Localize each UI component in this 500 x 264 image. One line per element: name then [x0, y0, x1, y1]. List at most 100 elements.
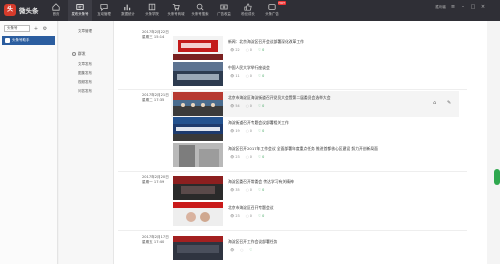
article-title[interactable]: 海淀区召开2017年工作会议 全面部署年度重点任务 推进首都核心区建设 努力开创… — [228, 146, 378, 152]
views-count: 👁 11 — [230, 74, 240, 78]
scrollbar[interactable] — [487, 21, 500, 264]
sidebar-subitem[interactable]: 图集发布 — [78, 71, 92, 76]
app-logo[interactable]: 头 微头条 — [4, 4, 39, 16]
time-text: 星期一 17:59 — [142, 180, 165, 184]
article-stats: 👁 35 ◌ 0 ♡ 0 — [230, 188, 264, 192]
likes-count: ♡ 0 — [257, 188, 265, 192]
nav-label: 头条号商城 — [167, 12, 185, 16]
home-icon — [52, 3, 60, 11]
comments-count: ◌ 0 — [245, 48, 252, 52]
article-thumbnail — [173, 143, 223, 167]
nav-label: 头条广告 — [265, 12, 279, 16]
likes-count: ♡ — [249, 248, 253, 252]
edit-icon[interactable]: ✎ — [447, 100, 451, 106]
comments-count: ◌ 0 — [245, 188, 252, 192]
views-count: 👁 23 — [230, 155, 240, 159]
nav-label: 发布头条号 — [71, 12, 89, 16]
cart-icon — [172, 4, 180, 11]
views-count: 👁 19 — [230, 129, 240, 133]
article-stats: 👁 19 ◌ 0 ♡ 0 — [230, 129, 264, 133]
minimize-icon[interactable]: – — [460, 4, 466, 10]
logo-mark: 头 — [4, 4, 16, 16]
top-right-area: 胜利者 ≡ – □ × — [436, 4, 487, 10]
comments-count: ◌ 0 — [245, 104, 252, 108]
nav-label: 头条学院 — [145, 12, 159, 16]
comments-count: ◌ 0 — [245, 74, 252, 78]
article-title[interactable]: 海淀街道召开专题会议部署相关工作 — [228, 120, 289, 126]
nav-revenue[interactable]: 广告收益 — [212, 0, 236, 21]
article-thumbnail — [173, 236, 223, 260]
book-icon — [148, 3, 156, 11]
nav-mall[interactable]: 头条号商城 — [164, 0, 188, 21]
nav-ads[interactable]: 头条广告 HOT — [260, 0, 286, 21]
username[interactable]: 胜利者 — [436, 5, 447, 10]
article-stats: 👁 23 ◌ 0 ♡ 0 — [230, 155, 264, 159]
sidebar-subitem[interactable]: 文章发布 — [78, 62, 92, 67]
article-title[interactable]: 北京市海淀区海淀街道召开党员大会暨第二届委员会选举大会 — [228, 95, 331, 101]
views-count: 👁 22 — [230, 48, 240, 52]
sidebar-toolbar: 头条号 + ⚙ — [0, 21, 57, 32]
nav-label: 首页 — [52, 12, 60, 16]
nav-stats[interactable]: 数据统计 — [116, 0, 140, 21]
article-title[interactable]: 海淀区召开工作会议部署任务 — [228, 239, 277, 245]
article-title[interactable]: 中国人民大学举行座谈会 — [228, 65, 270, 71]
avatar — [5, 38, 10, 43]
likes-count: ♡ 0 — [257, 74, 265, 78]
account-item[interactable]: 头条号助手 — [2, 36, 55, 45]
list-item[interactable]: 北京市海淀区海淀街道召开党员大会暨第二届委员会选举大会 👁 54 ◌ 0 ♡ 0… — [171, 91, 459, 117]
settings-icon[interactable]: ⚙ — [42, 26, 48, 32]
sidebar-section[interactable]: 群发 — [72, 51, 86, 57]
time-text: 星期五 17:40 — [142, 240, 165, 244]
article-thumbnail — [173, 202, 223, 226]
article-title[interactable]: 新闻：北京海淀区召开会议部署深化改革工作 — [228, 39, 304, 45]
article-thumbnail — [173, 92, 223, 116]
comments-count: ◌ 0 — [245, 129, 252, 133]
nav-fans[interactable]: 粉丝成长 — [236, 0, 260, 21]
nav-label: 数据统计 — [121, 12, 135, 16]
likes-count: ♡ 0 — [257, 129, 265, 133]
logo-text: 微头条 — [19, 7, 39, 15]
circle-icon — [72, 52, 76, 56]
search-icon — [196, 3, 204, 11]
views-count: 👁 35 — [230, 188, 240, 192]
close-icon[interactable]: × — [480, 4, 486, 10]
scroll-handle[interactable] — [494, 169, 500, 185]
menu-icon[interactable]: ≡ — [450, 4, 456, 10]
publish-icon — [76, 4, 84, 10]
account-name: 头条号助手 — [12, 38, 30, 42]
comments-count: ◌ 0 — [245, 214, 252, 218]
add-icon[interactable]: + — [33, 26, 39, 32]
group-divider — [118, 171, 467, 172]
nav-label: 互动管理 — [97, 12, 111, 16]
sidebar-subitem[interactable]: 视频发布 — [78, 80, 92, 85]
main-nav: 首页 发布头条号 互动管理 数据统计 头条学院 头条号商城 头条号搜索 广告收益… — [44, 0, 286, 21]
article-thumbnail — [173, 117, 223, 141]
views-count: 👁 23 — [230, 214, 240, 218]
chart-icon — [124, 4, 131, 11]
nav-publish[interactable]: 发布头条号 — [68, 0, 92, 21]
sidebar-item-articles[interactable]: 文章管理 — [78, 29, 92, 34]
ad-icon — [268, 4, 276, 10]
nav-home[interactable]: 首页 — [44, 0, 68, 21]
function-sidebar: 文章管理 群发 文章发布 图集发布 视频发布 问答发布 — [59, 21, 114, 264]
account-sidebar: 头条号 + ⚙ 头条号助手 — [0, 21, 58, 264]
sidebar-subitem[interactable]: 问答发布 — [78, 89, 92, 94]
nav-academy[interactable]: 头条学院 — [140, 0, 164, 21]
time-text: 星期二 17:35 — [142, 98, 165, 102]
nav-interaction[interactable]: 互动管理 — [92, 0, 116, 21]
share-icon[interactable]: ⌂ — [433, 100, 436, 106]
nav-label: 粉丝成长 — [241, 12, 255, 16]
hot-badge: HOT — [277, 1, 286, 5]
article-stats: 👁 23 ◌ 0 ♡ 0 — [230, 214, 264, 218]
likes-count: ♡ 0 — [257, 48, 265, 52]
account-select[interactable]: 头条号 — [4, 25, 30, 32]
maximize-icon[interactable]: □ — [470, 4, 476, 10]
app-window: 头 微头条 首页 发布头条号 互动管理 数据统计 头条学院 头条号商城 头条号搜… — [0, 0, 500, 264]
article-title[interactable]: 北京市海淀区召开专题会议 — [228, 205, 274, 211]
group-divider — [118, 89, 467, 90]
nav-search[interactable]: 头条号搜索 — [188, 0, 212, 21]
article-title[interactable]: 海淀区委召开常委会 传达学习有关精神 — [228, 179, 294, 185]
nav-label: 头条号搜索 — [191, 12, 209, 16]
like-icon — [244, 3, 252, 11]
top-nav-bar: 头 微头条 首页 发布头条号 互动管理 数据统计 头条学院 头条号商城 头条号搜… — [0, 0, 500, 21]
